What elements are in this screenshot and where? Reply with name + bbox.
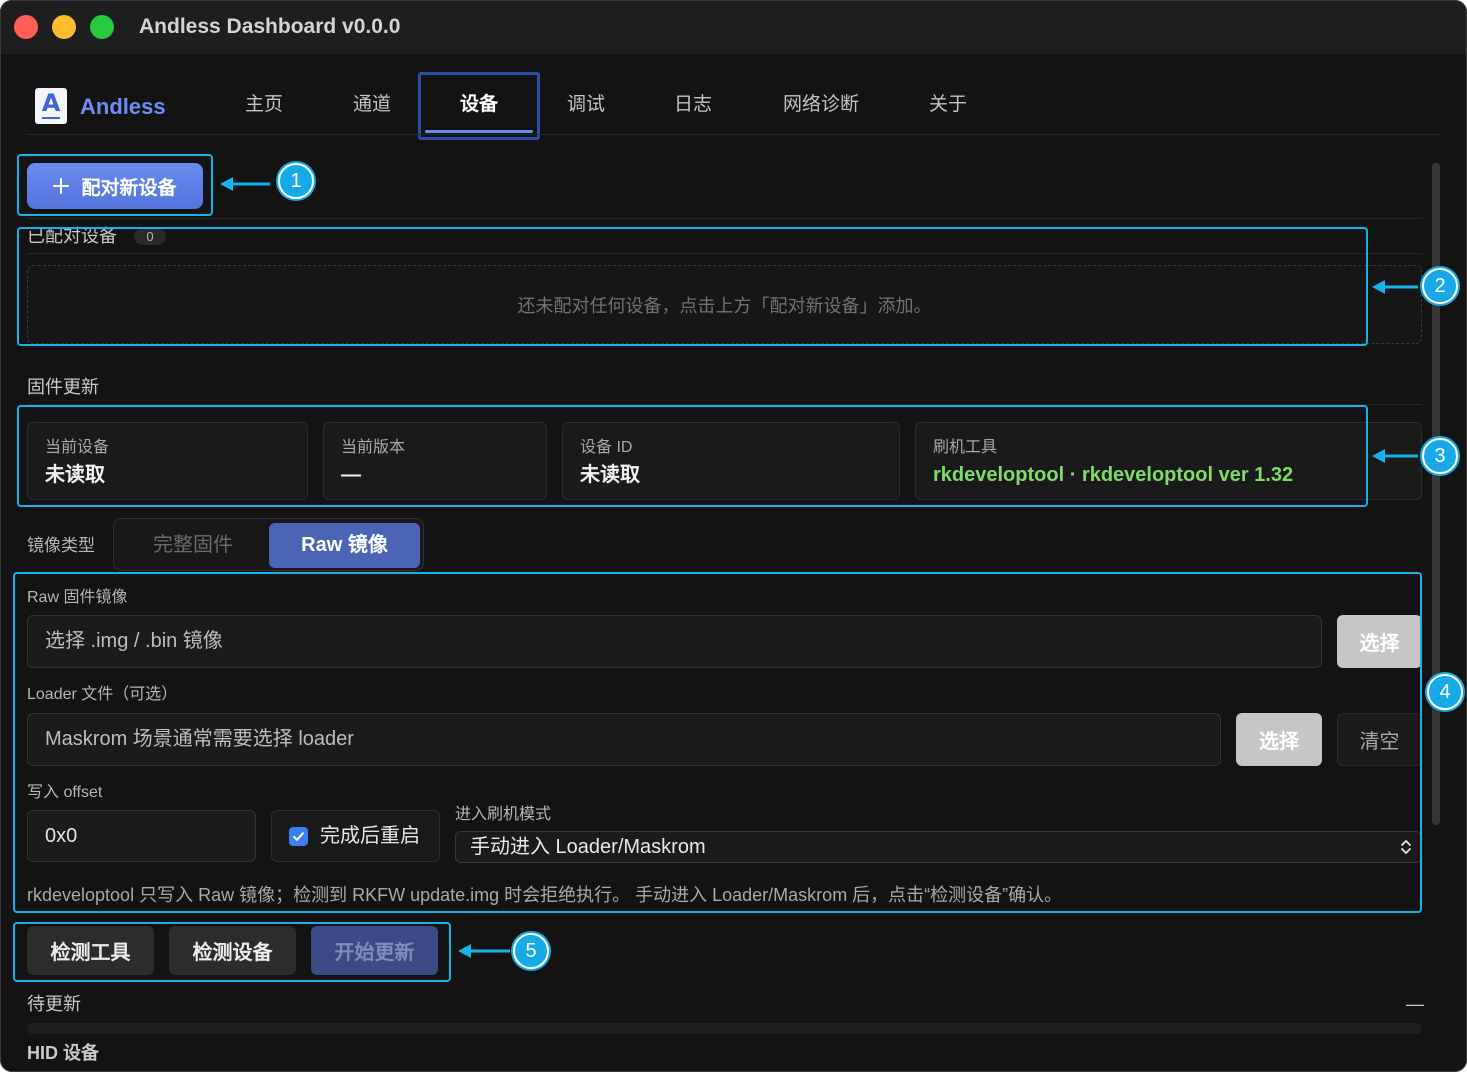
annotation-arrow-5 [458,944,510,958]
write-offset-input[interactable] [27,810,256,862]
tab-debug[interactable]: 调试 [546,72,626,140]
select-raw-image-button[interactable]: 选择 [1337,615,1422,668]
tab-label: 网络诊断 [782,94,859,115]
card-label: 当前版本 [341,439,406,456]
loader-file-path-input[interactable] [27,713,1221,766]
annotation-marker-1: 1 [278,163,314,199]
card-value: rkdeveloptool · rkdeveloptool ver 1.32 [933,464,1294,486]
paired-count-badge: 0 [134,228,166,245]
title-bar[interactable]: Andless Dashboard v0.0.0 [0,0,1467,54]
header-divider [26,134,1440,135]
card-value: — [341,464,361,486]
detect-tool-button[interactable]: 检测工具 [27,926,154,975]
hid-devices-title: HID 设备 [27,1043,99,1063]
logo-letter: A [41,89,61,117]
info-card-current-device: 当前设备 未读取 [27,422,308,500]
loader-file-label: Loader 文件（可选） [27,686,178,703]
flash-mode-selected-value: 手动进入 Loader/Maskrom [470,836,706,858]
annotation-marker-2: 2 [1422,268,1458,304]
tab-label: 关于 [928,94,967,115]
reboot-checkbox[interactable] [289,827,308,846]
check-icon [293,832,304,841]
paired-devices-title: 已配对设备 [27,226,117,246]
close-window-button[interactable] [14,15,38,39]
update-status-value: — [1406,994,1424,1014]
annotation-marker-3: 3 [1422,438,1458,474]
pair-button-label: 配对新设备 [81,177,177,199]
pair-new-device-button[interactable]: 配对新设备 [27,163,203,209]
info-card-current-version: 当前版本 — [323,422,547,500]
write-offset-label: 写入 offset [27,784,103,801]
window-title: Andless Dashboard v0.0.0 [139,15,401,38]
tab-devices[interactable]: 设备 [420,72,538,140]
card-label: 设备 ID [580,439,633,456]
card-value: 未读取 [580,464,640,486]
tab-label: 通道 [352,94,391,115]
card-label: 刷机工具 [933,439,998,456]
tab-network-diagnostics[interactable]: 网络诊断 [766,72,876,140]
tab-about[interactable]: 关于 [908,72,988,140]
image-type-option-raw-image[interactable]: Raw 镜像 [269,523,420,568]
flash-mode-label: 进入刷机模式 [455,806,552,823]
flash-mode-select[interactable]: 手动进入 Loader/Maskrom [455,831,1422,863]
update-progress-bar [27,1023,1422,1034]
tab-label: 日志 [673,94,712,115]
info-card-device-id: 设备 ID 未读取 [562,422,900,500]
plus-icon [53,178,70,194]
image-type-segmented-control: 完整固件 Raw 镜像 [113,518,424,571]
tab-channels[interactable]: 通道 [332,72,412,140]
section-divider [27,218,1422,219]
app-window: Andless Dashboard v0.0.0 A Andless 主页 通道… [0,0,1467,1072]
empty-state-text: 还未配对任何设备，点击上方「配对新设备」添加。 [517,295,932,316]
active-tab-indicator [425,130,533,133]
update-status-label: 待更新 [27,994,81,1014]
reboot-after-complete-toggle[interactable]: 完成后重启 [271,810,440,862]
section-divider [27,404,1422,405]
annotation-arrow-1 [220,177,270,191]
image-type-label: 镜像类型 [27,536,95,555]
select-loader-button[interactable]: 选择 [1236,713,1322,766]
firmware-update-title: 固件更新 [27,377,99,397]
image-type-option-full-firmware[interactable]: 完整固件 [118,523,268,568]
tab-label: 主页 [244,94,283,115]
card-value: 未读取 [45,464,105,486]
minimize-window-button[interactable] [52,15,76,39]
zoom-window-button[interactable] [90,15,114,39]
tab-label: 调试 [566,94,605,115]
tab-home[interactable]: 主页 [224,72,304,140]
andless-logo-icon: A [35,88,67,124]
clear-loader-button[interactable]: 清空 [1337,713,1422,766]
raw-image-path-input[interactable] [27,615,1322,668]
info-card-flash-tool: 刷机工具 rkdeveloptool · rkdeveloptool ver 1… [915,422,1422,500]
brand-name: Andless [80,94,166,119]
paired-devices-empty-state: 还未配对任何设备，点击上方「配对新设备」添加。 [27,265,1422,344]
flash-help-note: rkdeveloptool 只写入 Raw 镜像；检测到 RKFW update… [27,885,1063,905]
tab-label: 设备 [459,94,498,115]
raw-image-label: Raw 固件镜像 [27,589,128,606]
detect-device-button[interactable]: 检测设备 [169,926,296,975]
chevron-up-down-icon [1401,840,1411,854]
tab-logs[interactable]: 日志 [653,72,733,140]
annotation-marker-5: 5 [513,933,549,969]
start-update-button[interactable]: 开始更新 [311,926,438,975]
card-label: 当前设备 [45,439,110,456]
section-divider [27,253,1422,254]
reboot-checkbox-label: 完成后重启 [320,825,420,847]
vertical-scrollbar[interactable] [1432,163,1440,825]
